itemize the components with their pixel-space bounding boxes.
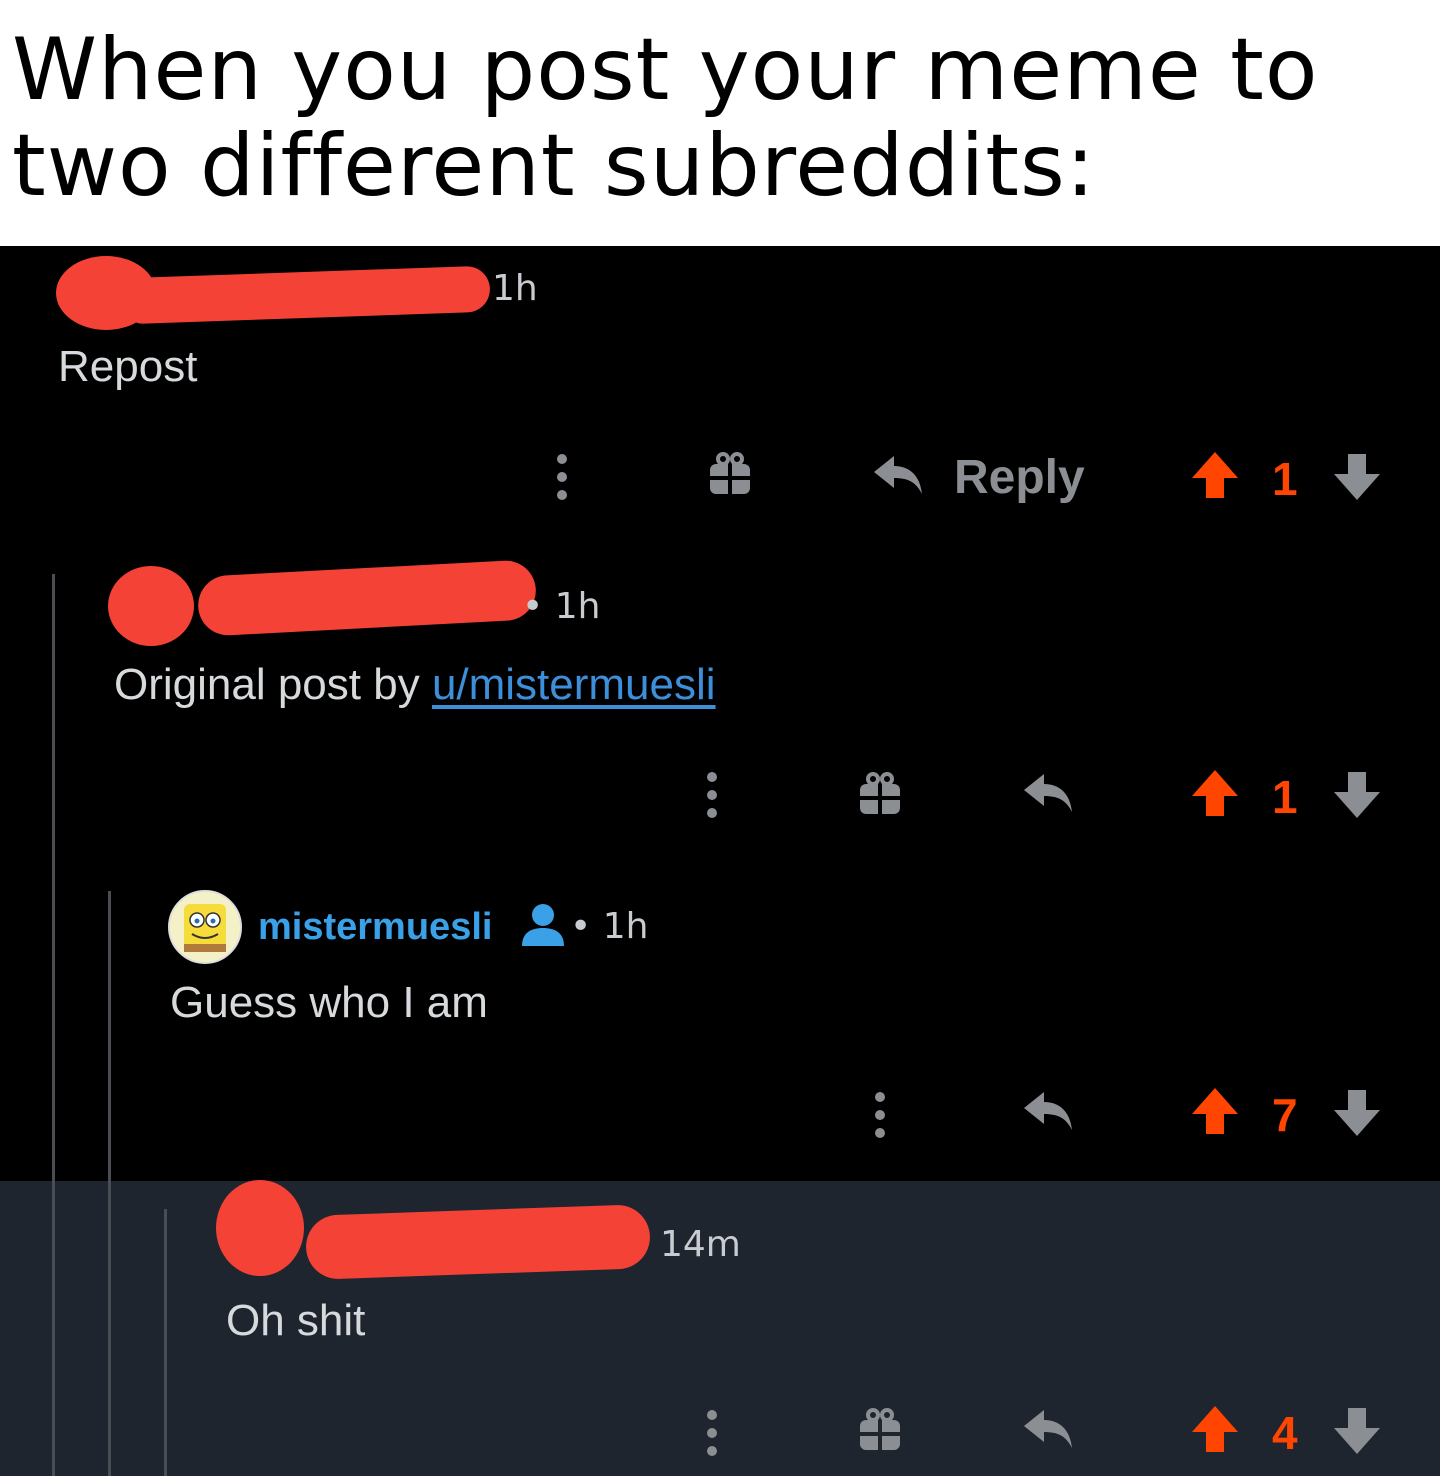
meme-caption: When you post your meme to two different… [0,0,1440,246]
avatar[interactable] [168,890,242,964]
thread-line-level-2[interactable] [108,891,111,1476]
vote-score: 1 [1272,771,1298,823]
comment-timestamp: 1h [492,268,538,309]
upvote-arrow-icon[interactable] [1190,768,1240,818]
caption-line-1: When you post your meme to [12,20,1319,120]
caption-line-2: two different subreddits: [12,116,1096,216]
reply-arrow-icon[interactable] [1022,770,1074,816]
user-link[interactable]: u/mistermuesli [432,660,716,709]
more-vertical-icon[interactable] [875,1092,885,1138]
comment-thread: 1h Repost Reply 1 • 1h Original post by … [0,246,1440,1476]
downvote-arrow-icon[interactable] [1332,452,1382,502]
comment-timestamp: 14m [660,1224,741,1265]
vote-score: 7 [1272,1089,1298,1141]
downvote-arrow-icon[interactable] [1332,1088,1382,1138]
vote-score: 1 [1272,453,1298,505]
redacted-username [304,1204,652,1280]
thread-line-level-1[interactable] [52,574,55,1476]
comment-timestamp: • 1h [570,906,649,947]
op-user-icon [522,904,564,946]
username[interactable]: mistermuesli [258,906,492,949]
more-vertical-icon[interactable] [707,772,717,818]
thread-line-level-3[interactable] [164,1209,167,1476]
redacted-username [119,265,491,325]
comment-body: Repost [58,342,198,391]
redacted-username [196,559,538,637]
spongebob-avatar-icon [170,892,240,962]
reply-arrow-icon[interactable] [872,452,924,498]
comment-body: Oh shit [226,1296,366,1345]
vote-score: 4 [1272,1407,1298,1459]
redacted-avatar [108,566,194,646]
comment-body: Original post by u/mistermuesli [114,660,716,710]
body-prefix: Original post by [114,660,432,709]
reply-arrow-icon[interactable] [1022,1088,1074,1134]
upvote-arrow-icon[interactable] [1190,1086,1240,1136]
award-gift-icon[interactable] [856,1406,904,1454]
downvote-arrow-icon[interactable] [1332,1406,1382,1456]
upvote-arrow-icon[interactable] [1190,1404,1240,1454]
more-vertical-icon[interactable] [707,1410,717,1456]
comment-timestamp: • 1h [522,586,601,627]
award-gift-icon[interactable] [856,770,904,818]
more-vertical-icon[interactable] [557,454,567,500]
reply-arrow-icon[interactable] [1022,1406,1074,1452]
caption-text: When you post your meme to two different… [12,22,1412,214]
upvote-arrow-icon[interactable] [1190,450,1240,500]
award-gift-icon[interactable] [706,450,754,498]
downvote-arrow-icon[interactable] [1332,770,1382,820]
reply-button[interactable]: Reply [954,450,1085,505]
comment-body: Guess who I am [170,978,488,1027]
redacted-avatar [216,1180,304,1276]
